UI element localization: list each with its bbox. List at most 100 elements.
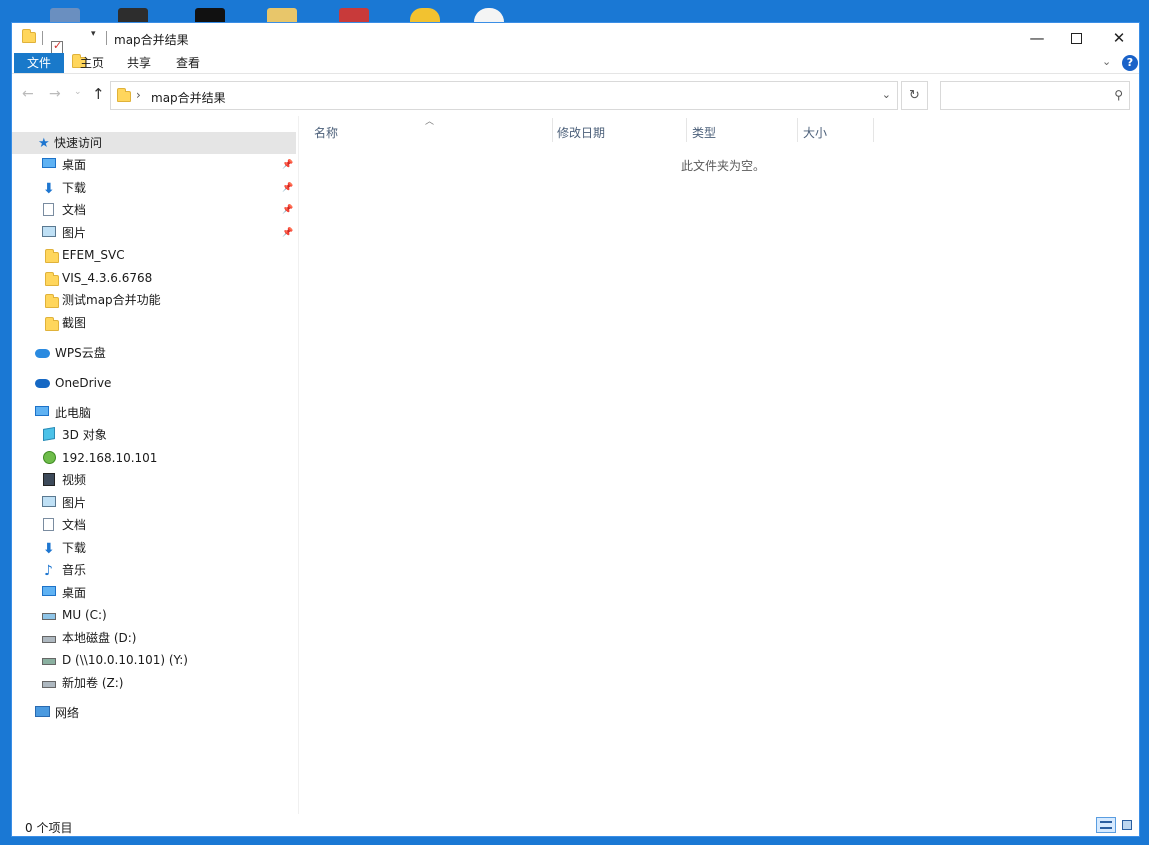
address-bar[interactable]: › map合并结果 ⌄ xyxy=(110,81,898,110)
search-box[interactable]: ⚲ xyxy=(940,81,1130,110)
picture-icon xyxy=(42,496,56,507)
drive-icon xyxy=(42,636,56,643)
nav-label: 下载 xyxy=(62,181,87,195)
nav-label: 192.168.10.101 xyxy=(62,451,158,465)
nav-item-pictures[interactable]: 图片 📌 xyxy=(12,222,296,244)
nav-item-downloads[interactable]: ⬇ 下载 📌 xyxy=(12,177,296,199)
column-divider[interactable] xyxy=(552,118,553,142)
nav-label: 视频 xyxy=(62,473,87,487)
details-view-icon[interactable] xyxy=(1096,817,1116,833)
nav-label: 截图 xyxy=(62,316,87,330)
close-button[interactable]: ✕ xyxy=(1096,23,1142,53)
address-dropdown-icon[interactable]: ⌄ xyxy=(882,88,891,101)
cube-icon xyxy=(43,426,55,442)
nav-item-network-location[interactable]: 192.168.10.101 xyxy=(12,447,296,469)
nav-network[interactable]: 网络 xyxy=(12,702,296,724)
nav-item-drive-d[interactable]: 本地磁盘 (D:) xyxy=(12,627,296,649)
nav-item-folder[interactable]: 测试map合并功能 xyxy=(12,289,296,311)
nav-label: 测试map合并功能 xyxy=(62,293,161,307)
empty-folder-message: 此文件夹为空。 xyxy=(681,159,766,173)
desktop-shortcut-icon[interactable] xyxy=(50,8,80,22)
item-count: 0 个项目 xyxy=(25,821,73,835)
file-list-pane[interactable]: 名称 ︿ 修改日期 类型 大小 此文件夹为空。 xyxy=(299,116,1141,814)
column-header-type[interactable]: 类型 xyxy=(692,124,716,142)
pin-icon[interactable]: 📌 xyxy=(282,154,293,176)
window-title: map合并结果 xyxy=(114,33,189,47)
pin-icon[interactable]: 📌 xyxy=(282,199,293,221)
star-icon: ★ xyxy=(38,136,50,151)
maximize-button[interactable] xyxy=(1053,23,1099,53)
tab-file[interactable]: 文件 xyxy=(14,53,64,73)
large-icons-view-icon[interactable] xyxy=(1119,817,1135,833)
nav-item-drive-y[interactable]: D (\\10.0.10.101) (Y:) xyxy=(12,649,296,671)
tab-share[interactable]: 共享 xyxy=(119,53,159,73)
nav-this-pc[interactable]: 此电脑 xyxy=(12,402,296,424)
nav-item-desktop[interactable]: 桌面 📌 xyxy=(12,154,296,176)
breadcrumb-separator-icon[interactable]: › xyxy=(136,88,141,102)
nav-item-documents[interactable]: 文档 📌 xyxy=(12,199,296,221)
folder-icon xyxy=(22,29,36,43)
back-arrow-icon[interactable]: ← xyxy=(22,86,34,102)
download-icon: ⬇ xyxy=(43,181,55,197)
column-header-date-modified[interactable]: 修改日期 xyxy=(557,124,605,142)
expand-ribbon-icon[interactable]: ⌄ xyxy=(1102,55,1111,68)
desktop-shortcut-icon[interactable] xyxy=(267,8,297,22)
tab-home[interactable]: 主页 xyxy=(72,53,112,73)
nav-item-music[interactable]: ♪ 音乐 xyxy=(12,559,296,581)
nav-item-folder[interactable]: 截图 xyxy=(12,312,296,334)
nav-item-folder[interactable]: EFEM_SVC xyxy=(12,244,296,266)
search-icon[interactable]: ⚲ xyxy=(1114,88,1123,102)
up-arrow-icon[interactable]: ↑ xyxy=(92,85,105,103)
pin-icon[interactable]: 📌 xyxy=(282,177,293,199)
nav-wps-cloud[interactable]: WPS云盘 xyxy=(12,342,296,364)
picture-icon xyxy=(42,226,56,237)
status-bar: 0 个项目 xyxy=(12,814,1139,836)
nav-item-downloads[interactable]: ⬇ 下载 xyxy=(12,537,296,559)
customize-toolbar-icon[interactable]: ▾ xyxy=(91,29,96,45)
desktop-shortcut-icon[interactable] xyxy=(474,8,504,22)
title-bar[interactable]: ▾ map合并结果 — ✕ xyxy=(12,23,1142,68)
desktop-shortcut-icon[interactable] xyxy=(118,8,148,22)
recent-locations-chevron-icon[interactable]: ⌄ xyxy=(74,87,82,97)
forward-arrow-icon[interactable]: → xyxy=(49,86,61,102)
nav-label: 文档 xyxy=(62,518,87,532)
refresh-button[interactable]: ↻ xyxy=(901,81,928,110)
desktop-icon xyxy=(42,586,56,596)
network-location-icon xyxy=(43,451,56,464)
nav-item-documents[interactable]: 文档 xyxy=(12,514,296,536)
network-drive-icon xyxy=(42,658,56,665)
nav-item-desktop[interactable]: 桌面 xyxy=(12,582,296,604)
divider xyxy=(106,31,107,45)
breadcrumb-current[interactable]: map合并结果 xyxy=(151,89,226,106)
nav-item-3d-objects[interactable]: 3D 对象 xyxy=(12,424,296,446)
search-input[interactable] xyxy=(945,86,1109,106)
nav-label: 图片 xyxy=(62,496,87,510)
nav-label: 桌面 xyxy=(62,158,87,172)
tab-view[interactable]: 查看 xyxy=(168,53,208,73)
nav-item-drive-c[interactable]: MU (C:) xyxy=(12,604,296,626)
minimize-icon: — xyxy=(1029,29,1045,47)
cloud-icon xyxy=(35,349,50,358)
column-divider[interactable] xyxy=(873,118,874,142)
column-header-name[interactable]: 名称 xyxy=(314,124,338,142)
nav-item-videos[interactable]: 视频 xyxy=(12,469,296,491)
document-icon xyxy=(43,518,54,531)
nav-label: 图片 xyxy=(62,226,87,240)
folder-icon xyxy=(117,88,131,102)
column-header-size[interactable]: 大小 xyxy=(803,124,827,142)
nav-quick-access[interactable]: ★ 快速访问 xyxy=(12,132,296,154)
nav-item-folder[interactable]: VIS_4.3.6.6768 xyxy=(12,267,296,289)
folder-icon xyxy=(45,294,59,308)
nav-item-drive-z[interactable]: 新加卷 (Z:) xyxy=(12,672,296,694)
desktop-shortcut-icon[interactable] xyxy=(339,8,369,22)
nav-label: OneDrive xyxy=(55,376,112,390)
column-divider[interactable] xyxy=(686,118,687,142)
desktop-shortcut-icon[interactable] xyxy=(410,8,440,22)
help-icon[interactable]: ? xyxy=(1122,55,1138,71)
column-divider[interactable] xyxy=(797,118,798,142)
nav-onedrive[interactable]: OneDrive xyxy=(12,372,296,394)
sort-ascending-icon: ︿ xyxy=(425,117,435,127)
pin-icon[interactable]: 📌 xyxy=(282,222,293,244)
desktop-shortcut-icon[interactable] xyxy=(195,8,225,22)
nav-item-pictures[interactable]: 图片 xyxy=(12,492,296,514)
